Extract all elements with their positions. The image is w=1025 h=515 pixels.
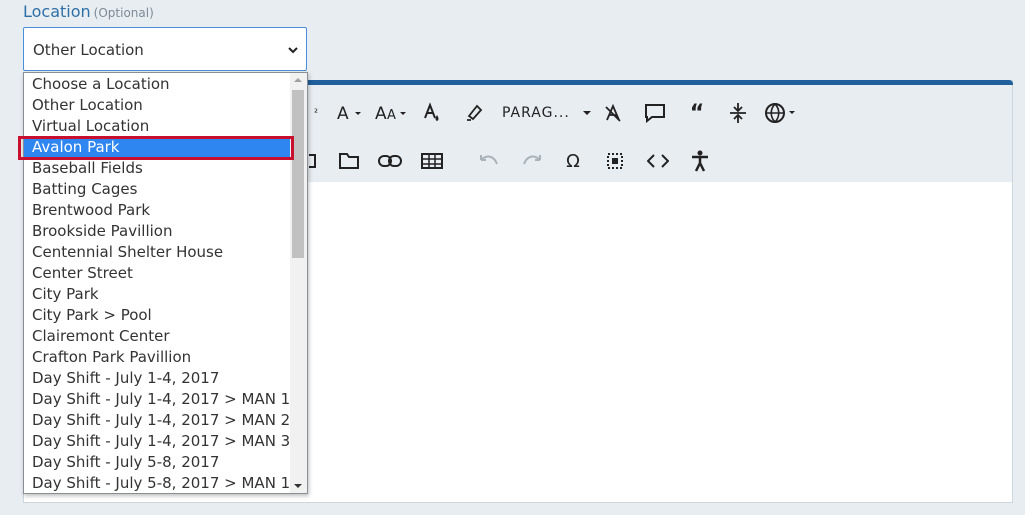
- location-label: Location (Optional): [23, 2, 154, 21]
- paragraph-format-label: PARAG...: [502, 105, 570, 121]
- location-option[interactable]: Day Shift - July 5-8, 2017: [24, 452, 291, 473]
- location-option[interactable]: Brentwood Park: [24, 200, 291, 221]
- folder-icon[interactable]: [336, 149, 362, 173]
- location-option[interactable]: Centennial Shelter House: [24, 242, 291, 263]
- location-option[interactable]: City Park: [24, 284, 291, 305]
- text-case-button[interactable]: AA: [374, 101, 410, 125]
- location-option[interactable]: Brookside Pavillion: [24, 221, 291, 242]
- scroll-down-arrow-icon[interactable]: [294, 483, 302, 489]
- location-option[interactable]: Center Street: [24, 263, 291, 284]
- language-globe-icon[interactable]: [764, 101, 800, 125]
- location-option[interactable]: Clairemont Center: [24, 326, 291, 347]
- text-color-icon[interactable]: [420, 101, 444, 125]
- chevron-down-icon: [288, 47, 298, 54]
- location-option[interactable]: Crafton Park Pavillion: [24, 347, 291, 368]
- location-option[interactable]: Other Location: [24, 95, 291, 116]
- location-option[interactable]: Day Shift - July 1-4, 2017 > MAN 1: [24, 389, 291, 410]
- select-all-icon[interactable]: [603, 149, 627, 173]
- location-option[interactable]: Day Shift - July 1-4, 2017 > MAN 2: [24, 410, 291, 431]
- location-option[interactable]: Batting Cages: [24, 179, 291, 200]
- location-option[interactable]: Baseball Fields: [24, 158, 291, 179]
- location-option[interactable]: Virtual Location: [24, 116, 291, 137]
- location-option[interactable]: Day Shift - July 5-8, 2017 > MAN 1: [24, 473, 291, 493]
- redo-icon[interactable]: [520, 149, 544, 173]
- page-break-icon[interactable]: [726, 101, 750, 125]
- svg-text:A: A: [375, 104, 387, 123]
- caret-down-icon: [582, 111, 591, 115]
- quote-icon[interactable]: “: [684, 101, 710, 126]
- scroll-up-arrow-icon[interactable]: [294, 77, 302, 83]
- location-select-value: Other Location: [33, 41, 144, 59]
- svg-text:A: A: [337, 104, 349, 123]
- location-label-text: Location: [23, 2, 91, 21]
- code-view-icon[interactable]: [645, 149, 671, 173]
- svg-text:A: A: [387, 108, 396, 123]
- superscript-icon[interactable]: ²: [311, 101, 321, 125]
- font-size-button[interactable]: A: [335, 101, 365, 125]
- special-character-icon[interactable]: Ω: [561, 149, 585, 173]
- selection-highlight-annotation: [18, 136, 294, 160]
- clear-format-icon[interactable]: [601, 101, 625, 125]
- table-icon[interactable]: [419, 149, 445, 173]
- highlight-icon[interactable]: [462, 101, 486, 125]
- partial-icon[interactable]: [308, 149, 318, 173]
- paragraph-format-dropdown[interactable]: PARAG...: [502, 101, 592, 125]
- location-option[interactable]: Day Shift - July 1-4, 2017 > MAN 3: [24, 431, 291, 452]
- link-icon[interactable]: [377, 149, 403, 173]
- comment-icon[interactable]: [642, 101, 668, 125]
- optional-hint: (Optional): [93, 6, 154, 20]
- undo-icon[interactable]: [477, 149, 501, 173]
- accessibility-icon[interactable]: [688, 149, 712, 173]
- scroll-thumb[interactable]: [292, 90, 304, 258]
- location-select[interactable]: Other Location: [23, 27, 307, 71]
- location-option[interactable]: Day Shift - July 1-4, 2017: [24, 368, 291, 389]
- location-option[interactable]: Choose a Location: [24, 74, 291, 95]
- location-option[interactable]: City Park > Pool: [24, 305, 291, 326]
